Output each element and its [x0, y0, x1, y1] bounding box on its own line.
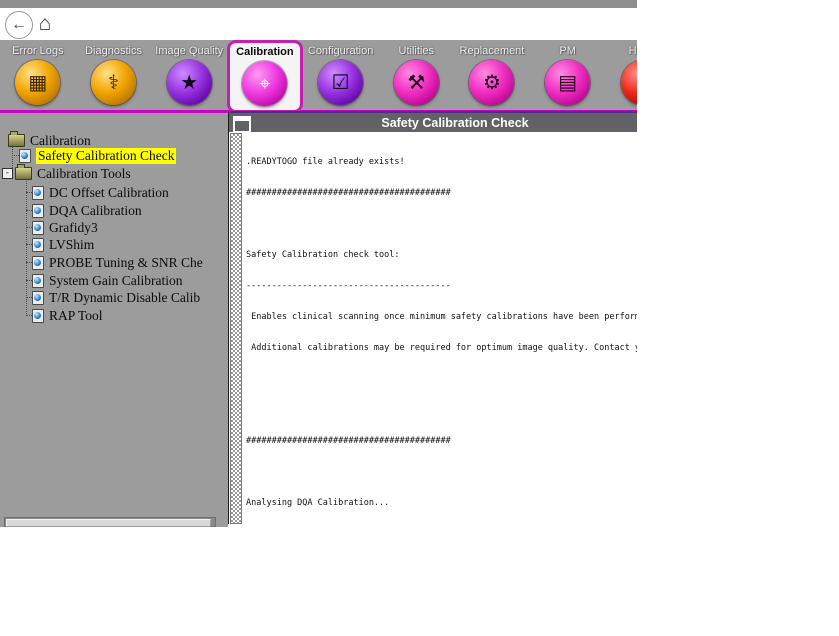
wrench-bolt-icon: ⚙ — [469, 60, 514, 105]
tool-page-icon — [32, 238, 44, 252]
console-title-bar[interactable]: Safety Calibration Check — [229, 111, 637, 132]
tree-node-label: LVShim — [49, 237, 94, 253]
tab-label: Utilities — [399, 45, 434, 57]
tab-calibration[interactable]: Calibration ⌖ — [227, 40, 303, 113]
tree-node-label: DC Offset Calibration — [49, 185, 169, 201]
tree-node-probe-tuning-snr-check[interactable]: PROBE Tuning & SNR Che — [0, 254, 228, 271]
stethoscope-icon: ⚕ — [91, 60, 136, 105]
console-line — [246, 405, 637, 415]
tree-node-grafidy3[interactable]: Grafidy3 — [0, 219, 228, 236]
checklist-icon: ☑ — [318, 60, 363, 105]
tree-node-dc-offset-calibration[interactable]: DC Offset Calibration — [0, 184, 228, 201]
console-vertical-scrollbar[interactable] — [230, 133, 242, 524]
tab-label: Diagnostics — [85, 45, 142, 57]
tree-connector — [12, 155, 19, 156]
tab-configuration[interactable]: Configuration ☑ — [303, 40, 379, 113]
calibration-screw-icon: ⌖ — [242, 61, 287, 106]
tool-page-icon — [32, 256, 44, 270]
tab-label: Replacement — [460, 45, 525, 57]
tab-diagnostics[interactable]: Diagnostics ⚕ — [76, 40, 152, 113]
console-line: ######################################## — [246, 436, 637, 446]
tree-node-label: PROBE Tuning & SNR Che — [49, 255, 203, 271]
console-line: .READYTOGO file already exists! — [246, 157, 637, 167]
tool-page-icon — [32, 309, 44, 323]
safety-calibration-check-window: Safety Calibration Check .READYTOGO file… — [228, 111, 637, 524]
tool-page-icon — [32, 291, 44, 305]
console-line: Enables clinical scanning once minimum s… — [246, 312, 637, 322]
console-line: Additional calibrations may be required … — [246, 343, 637, 353]
home-button[interactable]: ⌂ — [33, 10, 57, 36]
tab-image-quality[interactable]: Image Quality ★ — [151, 40, 227, 113]
console-output: .READYTOGO file already exists! ########… — [243, 132, 637, 524]
collapse-expander-icon[interactable]: - — [2, 168, 13, 179]
scrollbar-thumb[interactable] — [6, 519, 211, 527]
application-window: ← ⌂ Error Logs ▦ Diagnostics ⚕ Image Qua… — [0, 0, 637, 527]
tool-page-icon — [32, 274, 44, 288]
tree-node-label: RAP Tool — [49, 308, 102, 324]
console-line — [246, 374, 637, 384]
tab-label: Calibration — [236, 46, 293, 58]
tools-icon: ⚒ — [394, 60, 439, 105]
clipboard-wrench-icon: ▤ — [545, 60, 590, 105]
tool-page-icon — [32, 204, 44, 218]
tab-label: Home — [629, 45, 637, 57]
tab-pm[interactable]: PM ▤ — [530, 40, 606, 113]
console-line: ---------------------------------------- — [246, 281, 637, 291]
tab-bar: Error Logs ▦ Diagnostics ⚕ Image Quality… — [0, 40, 637, 113]
tool-page-icon — [19, 149, 31, 163]
tab-error-logs[interactable]: Error Logs ▦ — [0, 40, 76, 113]
star-monitor-icon: ★ — [167, 60, 212, 105]
navigation-toolbar: ← ⌂ — [0, 8, 637, 40]
console-title: Safety Calibration Check — [229, 116, 637, 130]
tool-page-icon — [32, 186, 44, 200]
tab-label: Error Logs — [12, 45, 63, 57]
console-line: ######################################## — [246, 188, 637, 198]
tab-label: PM — [559, 45, 576, 57]
tree-node-calibration-tools[interactable]: - Calibration Tools — [0, 165, 228, 182]
home-tab-icon: ⌂ — [621, 60, 637, 105]
tool-page-icon — [32, 221, 44, 235]
calibration-tree-panel: Calibration Safety Calibration Check - C… — [0, 113, 228, 527]
tree-node-safety-calibration-check[interactable]: Safety Calibration Check — [0, 147, 228, 164]
console-line — [246, 467, 637, 477]
console-body: .READYTOGO file already exists! ########… — [229, 132, 637, 524]
error-logs-report-icon: ▦ — [15, 60, 60, 105]
folder-icon — [8, 134, 25, 147]
console-line — [246, 219, 637, 229]
back-button[interactable]: ← — [5, 11, 33, 39]
back-arrow-icon: ← — [11, 17, 27, 33]
console-line: Safety Calibration check tool: — [246, 250, 637, 260]
tree-horizontal-scrollbar[interactable] — [4, 517, 216, 527]
tab-label: Configuration — [308, 45, 373, 57]
tree-node-system-gain-calibration[interactable]: System Gain Calibration — [0, 272, 228, 289]
tree-node-label: Calibration Tools — [37, 166, 131, 182]
tree-node-lvshim[interactable]: LVShim — [0, 236, 228, 253]
tab-utilities[interactable]: Utilities ⚒ — [378, 40, 454, 113]
folder-icon — [15, 167, 32, 180]
tree-node-label: System Gain Calibration — [49, 273, 182, 289]
tree-node-dqa-calibration[interactable]: DQA Calibration — [0, 202, 228, 219]
tree-node-label: T/R Dynamic Disable Calib — [49, 290, 200, 306]
tree-node-rap-tool[interactable]: RAP Tool — [0, 307, 228, 324]
window-top-strip — [0, 0, 637, 8]
home-icon: ⌂ — [39, 13, 52, 34]
tree-node-label: Grafidy3 — [49, 220, 98, 236]
console-line: Analysing DQA Calibration... — [246, 498, 637, 508]
tree-node-label-selected: Safety Calibration Check — [36, 148, 176, 164]
tree-node-tr-dynamic-disable-calibration[interactable]: T/R Dynamic Disable Calib — [0, 289, 228, 306]
tab-label: Image Quality — [155, 45, 223, 57]
tab-replacement[interactable]: Replacement ⚙ — [454, 40, 530, 113]
tree-node-label: DQA Calibration — [49, 203, 142, 219]
tab-home[interactable]: Home ⌂ — [606, 40, 638, 113]
